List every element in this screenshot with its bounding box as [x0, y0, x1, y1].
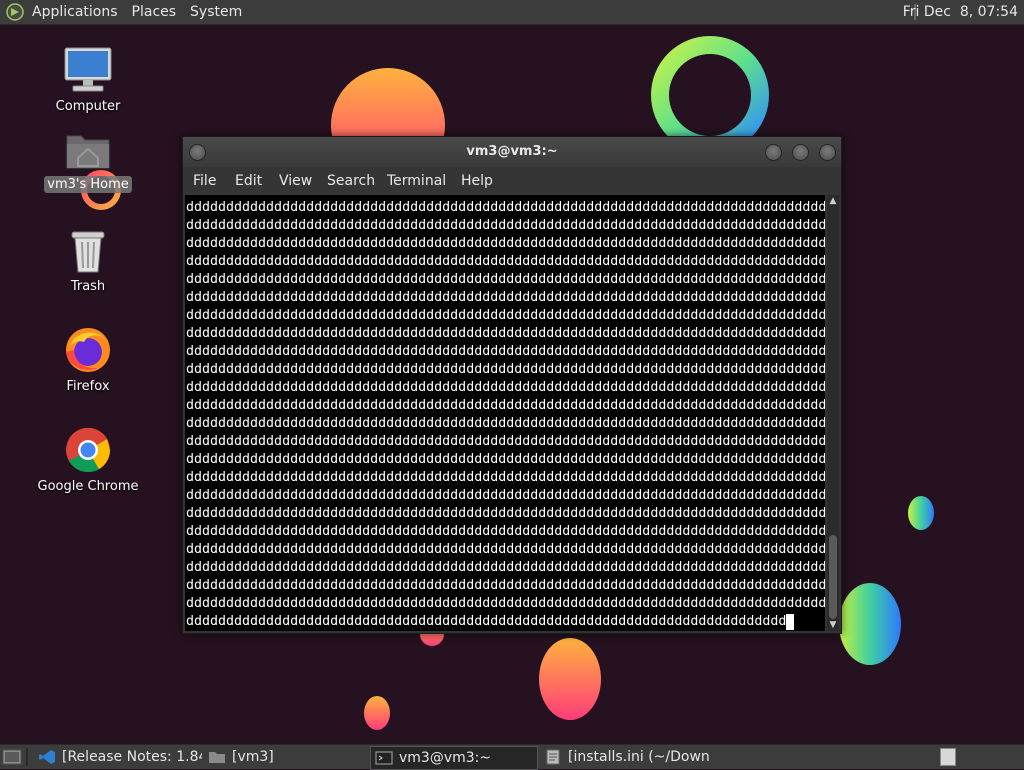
- terminal-line: dddddddddddddddddddddddddddddddddddddddd…: [186, 488, 825, 503]
- applications-menu[interactable]: Applications: [32, 0, 118, 24]
- terminal-line: dddddddddddddddddddddddddddddddddddddddd…: [186, 290, 825, 305]
- terminal-line: dddddddddddddddddddddddddddddddddddddddd…: [186, 506, 825, 521]
- menu-search[interactable]: Search: [327, 167, 375, 195]
- task-text-editor[interactable]: [installs.ini (~/Down…: [540, 746, 710, 768]
- maximize-button[interactable]: [792, 144, 809, 161]
- workspace-switcher[interactable]: [940, 748, 956, 766]
- terminal-line: dddddddddddddddddddddddddddddddddddddddd…: [186, 344, 825, 359]
- terminal-menubar: File Edit View Search Terminal Help: [183, 167, 841, 195]
- menu-help[interactable]: Help: [461, 167, 493, 195]
- distro-logo-icon[interactable]: [6, 3, 24, 21]
- text-editor-icon: [546, 749, 560, 765]
- terminal-line: dddddddddddddddddddddddddddddddddddddddd…: [186, 470, 825, 485]
- terminal-line: dddddddddddddddddddddddddddddddddddddddd…: [186, 362, 825, 377]
- task-vscode[interactable]: [Release Notes: 1.84…: [34, 746, 202, 768]
- desktop-icon-label: Trash: [70, 279, 106, 294]
- computer-icon: [64, 47, 112, 92]
- terminal-line: dddddddddddddddddddddddddddddddddddddddd…: [186, 560, 825, 575]
- scroll-up-arrow-icon[interactable]: ▲: [827, 195, 839, 207]
- window-menu-button[interactable]: [189, 144, 206, 161]
- vscode-icon: [39, 750, 55, 764]
- scroll-down-arrow-icon[interactable]: ▼: [827, 619, 839, 631]
- terminal-window[interactable]: vm3@vm3:~ File Edit View Search Terminal…: [182, 136, 842, 634]
- desktop-icon-label: Firefox: [66, 379, 110, 394]
- desktop-icon-firefox[interactable]: Firefox: [33, 326, 143, 395]
- menu-edit[interactable]: Edit: [235, 167, 262, 195]
- top-menu: Applications Places System: [6, 0, 256, 24]
- terminal-line: dddddddddddddddddddddddddddddddddddddddd…: [186, 416, 825, 431]
- desktop-icon-label: vm3's Home: [44, 176, 132, 193]
- firefox-icon: [66, 328, 110, 372]
- terminal-line: dddddddddddddddddddddddddddddddddddddddd…: [186, 254, 825, 269]
- places-menu[interactable]: Places: [132, 0, 177, 24]
- terminal-line: dddddddddddddddddddddddddddddddddddddddd…: [186, 452, 825, 467]
- terminal-line: dddddddddddddddddddddddddddddddddddddddd…: [186, 596, 825, 611]
- window-titlebar[interactable]: vm3@vm3:~: [183, 137, 841, 167]
- terminal-line: dddddddddddddddddddddddddddddddddddddddd…: [186, 380, 825, 395]
- folder-icon: [209, 752, 225, 763]
- show-desktop-icon[interactable]: [2, 748, 22, 766]
- desktop-icon-label: Computer: [55, 99, 121, 114]
- clock[interactable]: Fri Dec 8, 07:54: [903, 0, 1018, 24]
- task-label: [Release Notes: 1.84…: [62, 749, 202, 765]
- menu-view[interactable]: View: [279, 167, 312, 195]
- close-button[interactable]: [819, 144, 836, 161]
- menu-terminal[interactable]: Terminal: [387, 167, 446, 195]
- home-folder-icon: [66, 135, 110, 169]
- top-panel: Applications Places System Fri Dec 8, 07…: [0, 0, 1024, 25]
- terminal-line: dddddddddddddddddddddddddddddddddddddddd…: [186, 200, 825, 215]
- panel-separator: [26, 748, 28, 766]
- desktop-icon-chrome[interactable]: Google Chrome: [33, 426, 143, 495]
- task-label: vm3@vm3:~: [399, 750, 492, 766]
- terminal-output[interactable]: dddddddddddddddddddddddddddddddddddddddd…: [185, 195, 825, 631]
- terminal-line: dddddddddddddddddddddddddddddddddddddddd…: [186, 578, 825, 593]
- terminal-line: dddddddddddddddddddddddddddddddddddddddd…: [186, 236, 825, 251]
- terminal-line: dddddddddddddddddddddddddddddddddddddddd…: [186, 308, 825, 323]
- terminal-line: dddddddddddddddddddddddddddddddddddddddd…: [186, 272, 825, 287]
- task-label: [installs.ini (~/Down…: [568, 749, 710, 765]
- terminal-icon: [375, 751, 393, 765]
- menu-file[interactable]: File: [193, 167, 216, 195]
- desktop-icon-label: Google Chrome: [37, 479, 139, 494]
- task-file-manager[interactable]: [vm3]: [204, 746, 364, 768]
- terminal-line: dddddddddddddddddddddddddddddddddddddddd…: [186, 542, 825, 557]
- terminal-scrollbar[interactable]: ▲ ▼: [827, 195, 839, 631]
- task-terminal[interactable]: vm3@vm3:~: [370, 746, 538, 770]
- terminal-line: dddddddddddddddddddddddddddddddddddddddd…: [186, 614, 787, 629]
- terminal-line: dddddddddddddddddddddddddddddddddddddddd…: [186, 398, 825, 413]
- terminal-cursor: [786, 614, 794, 630]
- terminal-line: dddddddddddddddddddddddddddddddddddddddd…: [186, 434, 825, 449]
- task-label: [vm3]: [232, 749, 274, 765]
- desktop-icon-computer[interactable]: Computer: [33, 46, 143, 115]
- system-menu[interactable]: System: [190, 0, 242, 24]
- terminal-line: dddddddddddddddddddddddddddddddddddddddd…: [186, 326, 825, 341]
- bottom-panel: [Release Notes: 1.84… [vm3] vm3@vm3:~ [i…: [0, 744, 1024, 770]
- terminal-line: dddddddddddddddddddddddddddddddddddddddd…: [186, 218, 825, 233]
- desktop-icon-trash[interactable]: Trash: [33, 228, 143, 295]
- minimize-button[interactable]: [765, 144, 782, 161]
- trash-icon: [71, 231, 105, 273]
- scrollbar-thumb[interactable]: [829, 535, 837, 619]
- desktop-icon-home[interactable]: vm3's Home: [33, 128, 143, 193]
- terminal-line: dddddddddddddddddddddddddddddddddddddddd…: [186, 524, 825, 539]
- chrome-icon: [66, 427, 111, 473]
- window-title: vm3@vm3:~: [466, 144, 558, 159]
